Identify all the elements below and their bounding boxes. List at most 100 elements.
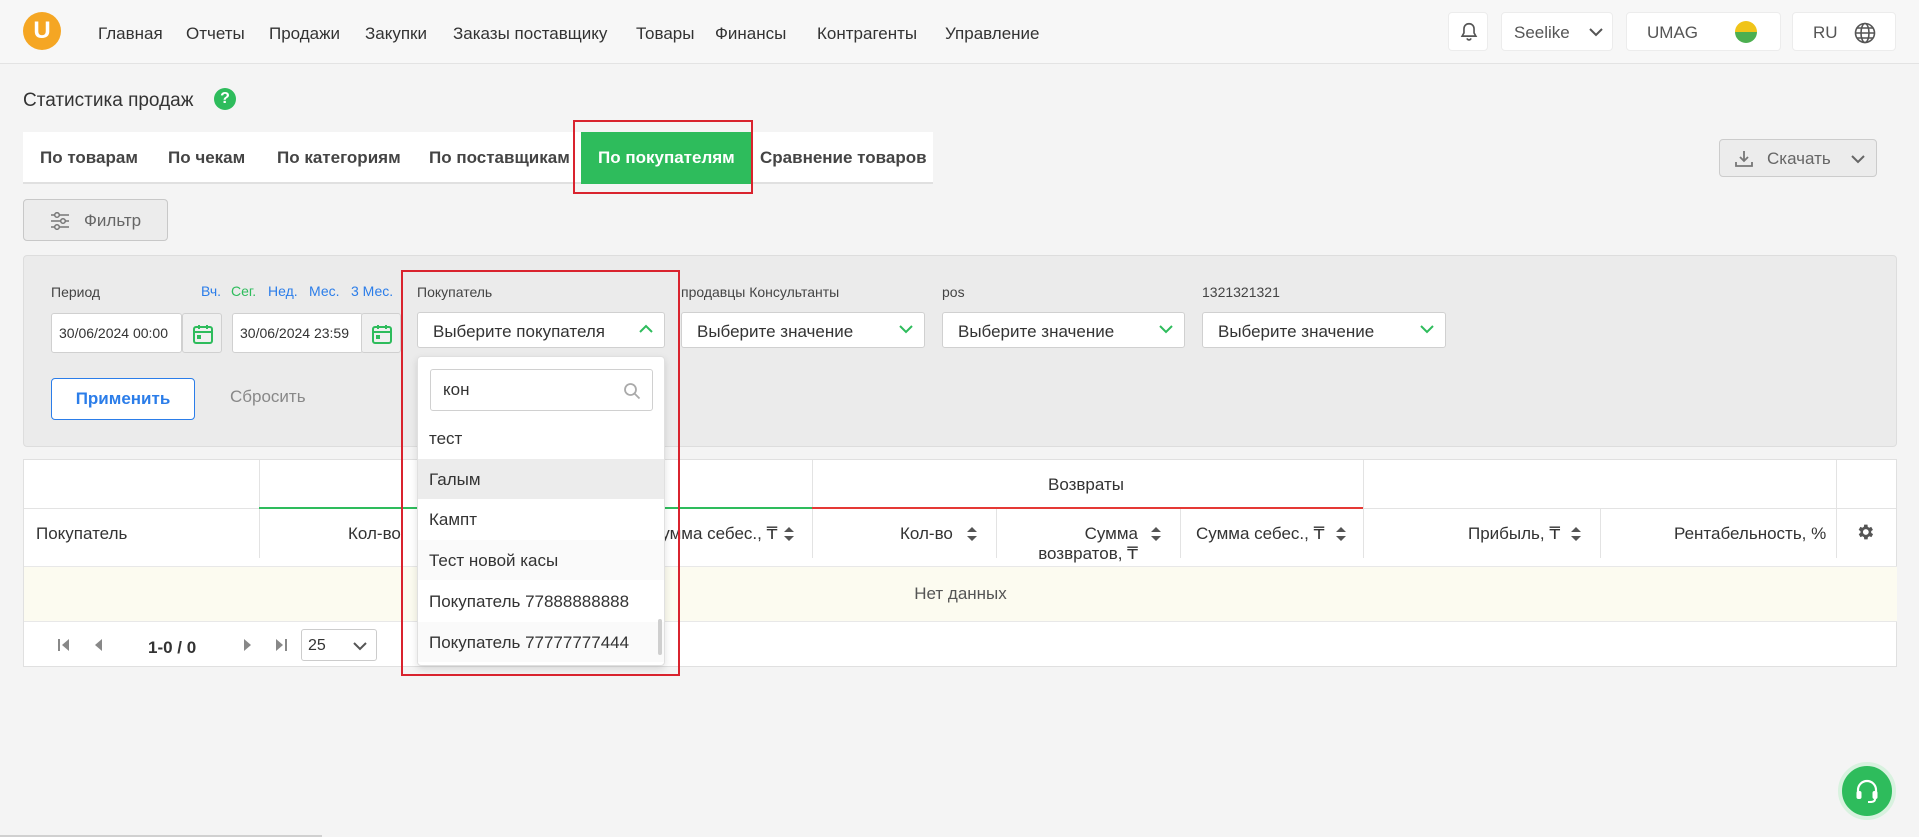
chevron-down-icon	[1851, 155, 1865, 164]
dropdown-scrollbar[interactable]	[658, 619, 662, 655]
date-to-input[interactable]: 30/06/2024 23:59	[232, 313, 363, 353]
nav-supplier-orders[interactable]: Заказы поставщику	[453, 24, 607, 44]
col-margin-header[interactable]: Рентабельность, %	[1674, 524, 1826, 544]
col-returns-cost-header[interactable]: Сумма себес., ₸	[1196, 524, 1324, 544]
buyer-search-field[interactable]	[430, 369, 653, 411]
language-selector[interactable]: RU	[1792, 12, 1896, 51]
filter-label: Фильтр	[84, 211, 142, 230]
tab-by-products[interactable]: По товарам	[23, 132, 155, 184]
pos-select[interactable]: Выберите значение	[942, 312, 1185, 348]
col-buyer-header[interactable]: Покупатель	[36, 524, 127, 544]
next-page-icon[interactable]	[242, 638, 254, 652]
buyer-select[interactable]: Выберите покупателя	[417, 312, 665, 348]
company-name: UMAG	[1647, 23, 1698, 42]
buyer-option[interactable]: Покупатель 77777777444	[418, 622, 664, 662]
reset-button[interactable]: Сбросить	[230, 387, 306, 407]
tab-by-categories[interactable]: По категориям	[260, 132, 418, 184]
empty-state-row: Нет данных	[24, 566, 1897, 622]
top-navigation-bar: U Главная Отчеты Продажи Закупки Заказы …	[0, 0, 1919, 64]
tab-by-receipts[interactable]: По чекам	[151, 132, 262, 184]
col-divider	[1180, 508, 1181, 558]
sort-icon[interactable]	[783, 526, 795, 542]
chevron-down-icon	[353, 642, 367, 651]
sort-icon[interactable]	[966, 526, 978, 542]
col-qty-header[interactable]: Кол-во	[348, 524, 401, 544]
tab-compare-products[interactable]: Сравнение товаров	[743, 132, 944, 184]
filter-button[interactable]: Фильтр	[23, 199, 168, 241]
sort-icon[interactable]	[1570, 526, 1582, 542]
first-page-icon[interactable]	[57, 638, 71, 652]
col-divider	[1836, 460, 1837, 558]
nav-purchases[interactable]: Закупки	[365, 24, 427, 44]
calendar-icon	[372, 325, 392, 344]
company-avatar	[1735, 21, 1757, 43]
bell-icon	[1460, 22, 1478, 41]
buyer-option[interactable]: Покупатель 77888888888	[418, 581, 664, 621]
sellers-select[interactable]: Выберите значение	[681, 312, 925, 348]
returns-group-underline	[812, 507, 1363, 509]
nav-sales[interactable]: Продажи	[269, 24, 340, 44]
language-code: RU	[1813, 23, 1838, 42]
settings-gear-icon[interactable]	[1855, 522, 1875, 542]
col-cost-sum-header[interactable]: Сумма себес., ₸	[649, 524, 777, 544]
quick-yesterday[interactable]: Вч.	[201, 283, 221, 299]
chevron-down-icon	[1159, 325, 1173, 334]
prev-page-icon[interactable]	[92, 638, 104, 652]
nav-main[interactable]: Главная	[98, 24, 163, 44]
chevron-down-icon	[899, 325, 913, 334]
date-from-input[interactable]: 30/06/2024 00:00	[51, 313, 182, 353]
globe-icon	[1854, 22, 1876, 44]
tab-by-buyers[interactable]: По покупателям	[581, 132, 752, 184]
page-size-value: 25	[308, 637, 326, 654]
search-icon	[624, 383, 641, 400]
tab-by-suppliers[interactable]: По поставщикам	[412, 132, 587, 184]
col-divider	[1600, 508, 1601, 558]
calendar-icon	[193, 325, 213, 344]
col-divider	[259, 460, 260, 558]
nav-counterparties[interactable]: Контрагенты	[817, 24, 917, 44]
buyer-option[interactable]: Галым	[418, 459, 664, 499]
col-profit-header[interactable]: Прибыль, ₸	[1468, 524, 1560, 544]
page-size-select[interactable]: 25	[301, 629, 377, 661]
buyer-option[interactable]: Тест новой касы	[418, 540, 664, 580]
nav-management[interactable]: Управление	[945, 24, 1040, 44]
headset-icon	[1856, 779, 1878, 803]
buyer-label: Покупатель	[417, 284, 493, 300]
quick-month[interactable]: Мес.	[309, 283, 340, 299]
support-chat-button[interactable]	[1838, 762, 1896, 820]
apply-button[interactable]: Применить	[51, 378, 195, 420]
buyer-option[interactable]: Кампт	[418, 499, 664, 539]
company-menu[interactable]: UMAG	[1626, 12, 1781, 51]
download-button[interactable]: Скачать	[1719, 139, 1877, 177]
help-icon[interactable]: ?	[214, 88, 236, 110]
buyer-search-input[interactable]	[443, 380, 603, 400]
custom-field-select[interactable]: Выберите значение	[1202, 312, 1446, 348]
buyer-option[interactable]: тест	[418, 418, 664, 458]
calendar-to-button[interactable]	[361, 313, 401, 353]
sellers-label: продавцы Консультанты	[681, 284, 840, 300]
notifications-button[interactable]	[1448, 12, 1488, 51]
col-returns-qty-header[interactable]: Кол-во	[900, 524, 953, 544]
period-label: Период	[51, 284, 101, 300]
nav-products[interactable]: Товары	[636, 24, 694, 44]
page-title: Статистика продаж	[23, 90, 194, 111]
sellers-select-value: Выберите значение	[697, 322, 854, 341]
buyer-select-value: Выберите покупателя	[433, 322, 605, 341]
page-info: 1-0 / 0	[148, 638, 197, 657]
sort-icon[interactable]	[1150, 526, 1162, 542]
quick-today[interactable]: Сег.	[231, 283, 256, 299]
calendar-from-button[interactable]	[182, 313, 222, 353]
sliders-icon	[51, 212, 69, 230]
nav-reports[interactable]: Отчеты	[186, 24, 245, 44]
col-returns-sum-header[interactable]: Сумма возвратов, ₸	[1036, 524, 1138, 564]
returns-group-header: Возвраты	[1048, 475, 1124, 494]
last-page-icon[interactable]	[274, 638, 288, 652]
nav-finance[interactable]: Финансы	[715, 24, 786, 44]
quick-week[interactable]: Нед.	[268, 283, 298, 299]
store-selector[interactable]: Seelike	[1501, 12, 1613, 51]
report-tabs: По товарам По чекам По категориям По пос…	[23, 132, 933, 184]
umag-logo[interactable]: U	[23, 12, 61, 50]
quick-3-months[interactable]: 3 Мес.	[351, 283, 393, 299]
sort-icon[interactable]	[1335, 526, 1347, 542]
custom-field-select-value: Выберите значение	[1218, 322, 1375, 341]
